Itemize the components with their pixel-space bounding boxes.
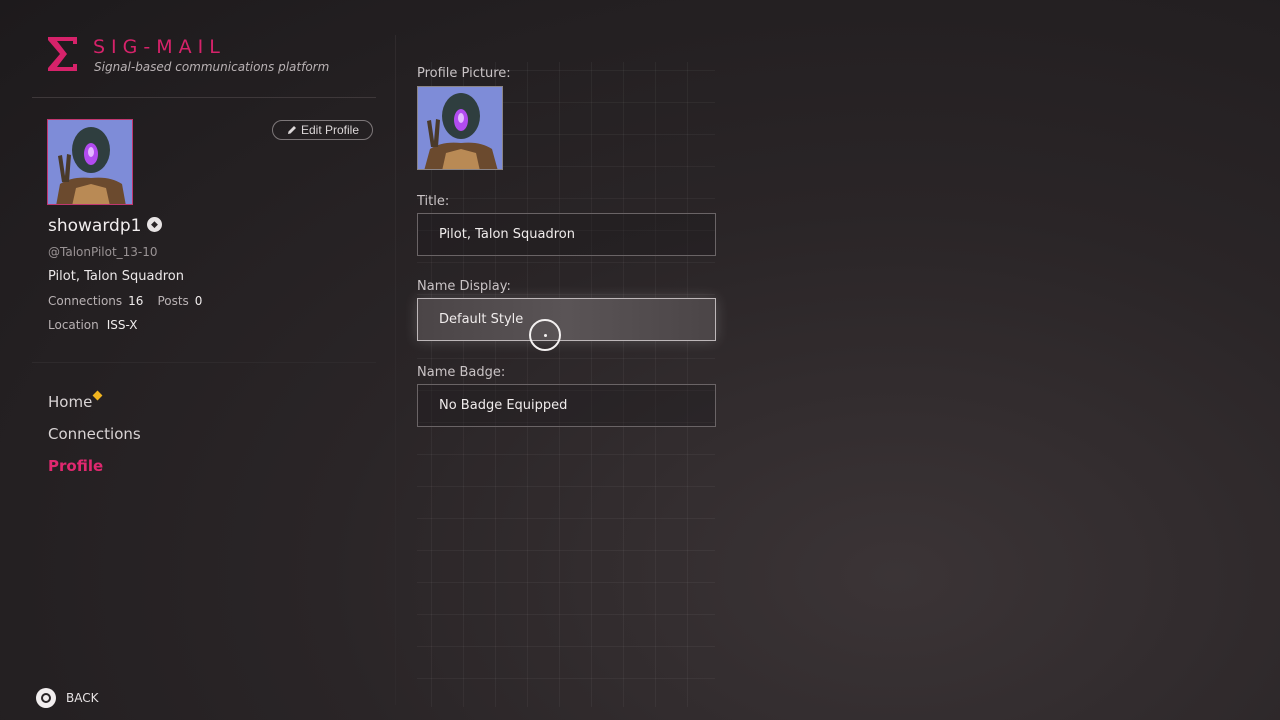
sigma-logo-icon [48,37,77,71]
pointer-cursor-icon [529,319,561,351]
name-badge-field[interactable]: No Badge Equipped [417,384,716,427]
app-subtitle: Signal-based communications platform [94,60,330,74]
pencil-icon [287,126,296,134]
posts-count: 0 [194,294,203,308]
name-badge-label: Name Badge: [417,365,506,380]
connections-label: Connections [48,294,123,308]
notification-dot-icon [92,390,103,401]
title-label: Title: [417,194,450,209]
user-handle: @TalonPilot_13-10 [48,245,158,259]
playstation-icon: ◆ [147,217,162,232]
name-badge-value: No Badge Equipped [439,398,568,413]
vertical-divider [395,35,396,705]
profile-picture-selector[interactable] [417,86,503,170]
title-field[interactable]: Pilot, Talon Squadron [417,213,716,256]
username: showardp1 [48,216,142,236]
location-label: Location [48,318,99,332]
edit-profile-button[interactable]: Edit Profile [272,120,373,140]
avatar [47,119,133,205]
profile-stats: Connections 16 Posts 0 [48,294,216,308]
profile-location: Location ISS-X [48,318,138,332]
name-display-field[interactable]: Default Style [417,298,716,341]
location-value: ISS-X [106,318,138,332]
circle-button-icon [36,688,56,708]
edit-profile-label: Edit Profile [300,123,360,137]
nav-item-profile[interactable]: Profile [48,457,103,475]
back-label: BACK [66,691,99,705]
app-title: SIG-MAIL [93,36,226,58]
posts-label: Posts [157,294,189,308]
nav-item-connections[interactable]: Connections [48,425,141,443]
divider [32,362,376,363]
connections-count: 16 [128,294,144,308]
title-value: Pilot, Talon Squadron [439,227,575,242]
user-title: Pilot, Talon Squadron [48,269,184,284]
divider [32,97,376,98]
profile-picture-label: Profile Picture: [417,66,511,81]
back-button[interactable]: BACK [36,688,98,708]
name-display-label: Name Display: [417,279,511,294]
name-display-value: Default Style [439,312,524,327]
nav-item-home[interactable]: Home [48,393,92,411]
